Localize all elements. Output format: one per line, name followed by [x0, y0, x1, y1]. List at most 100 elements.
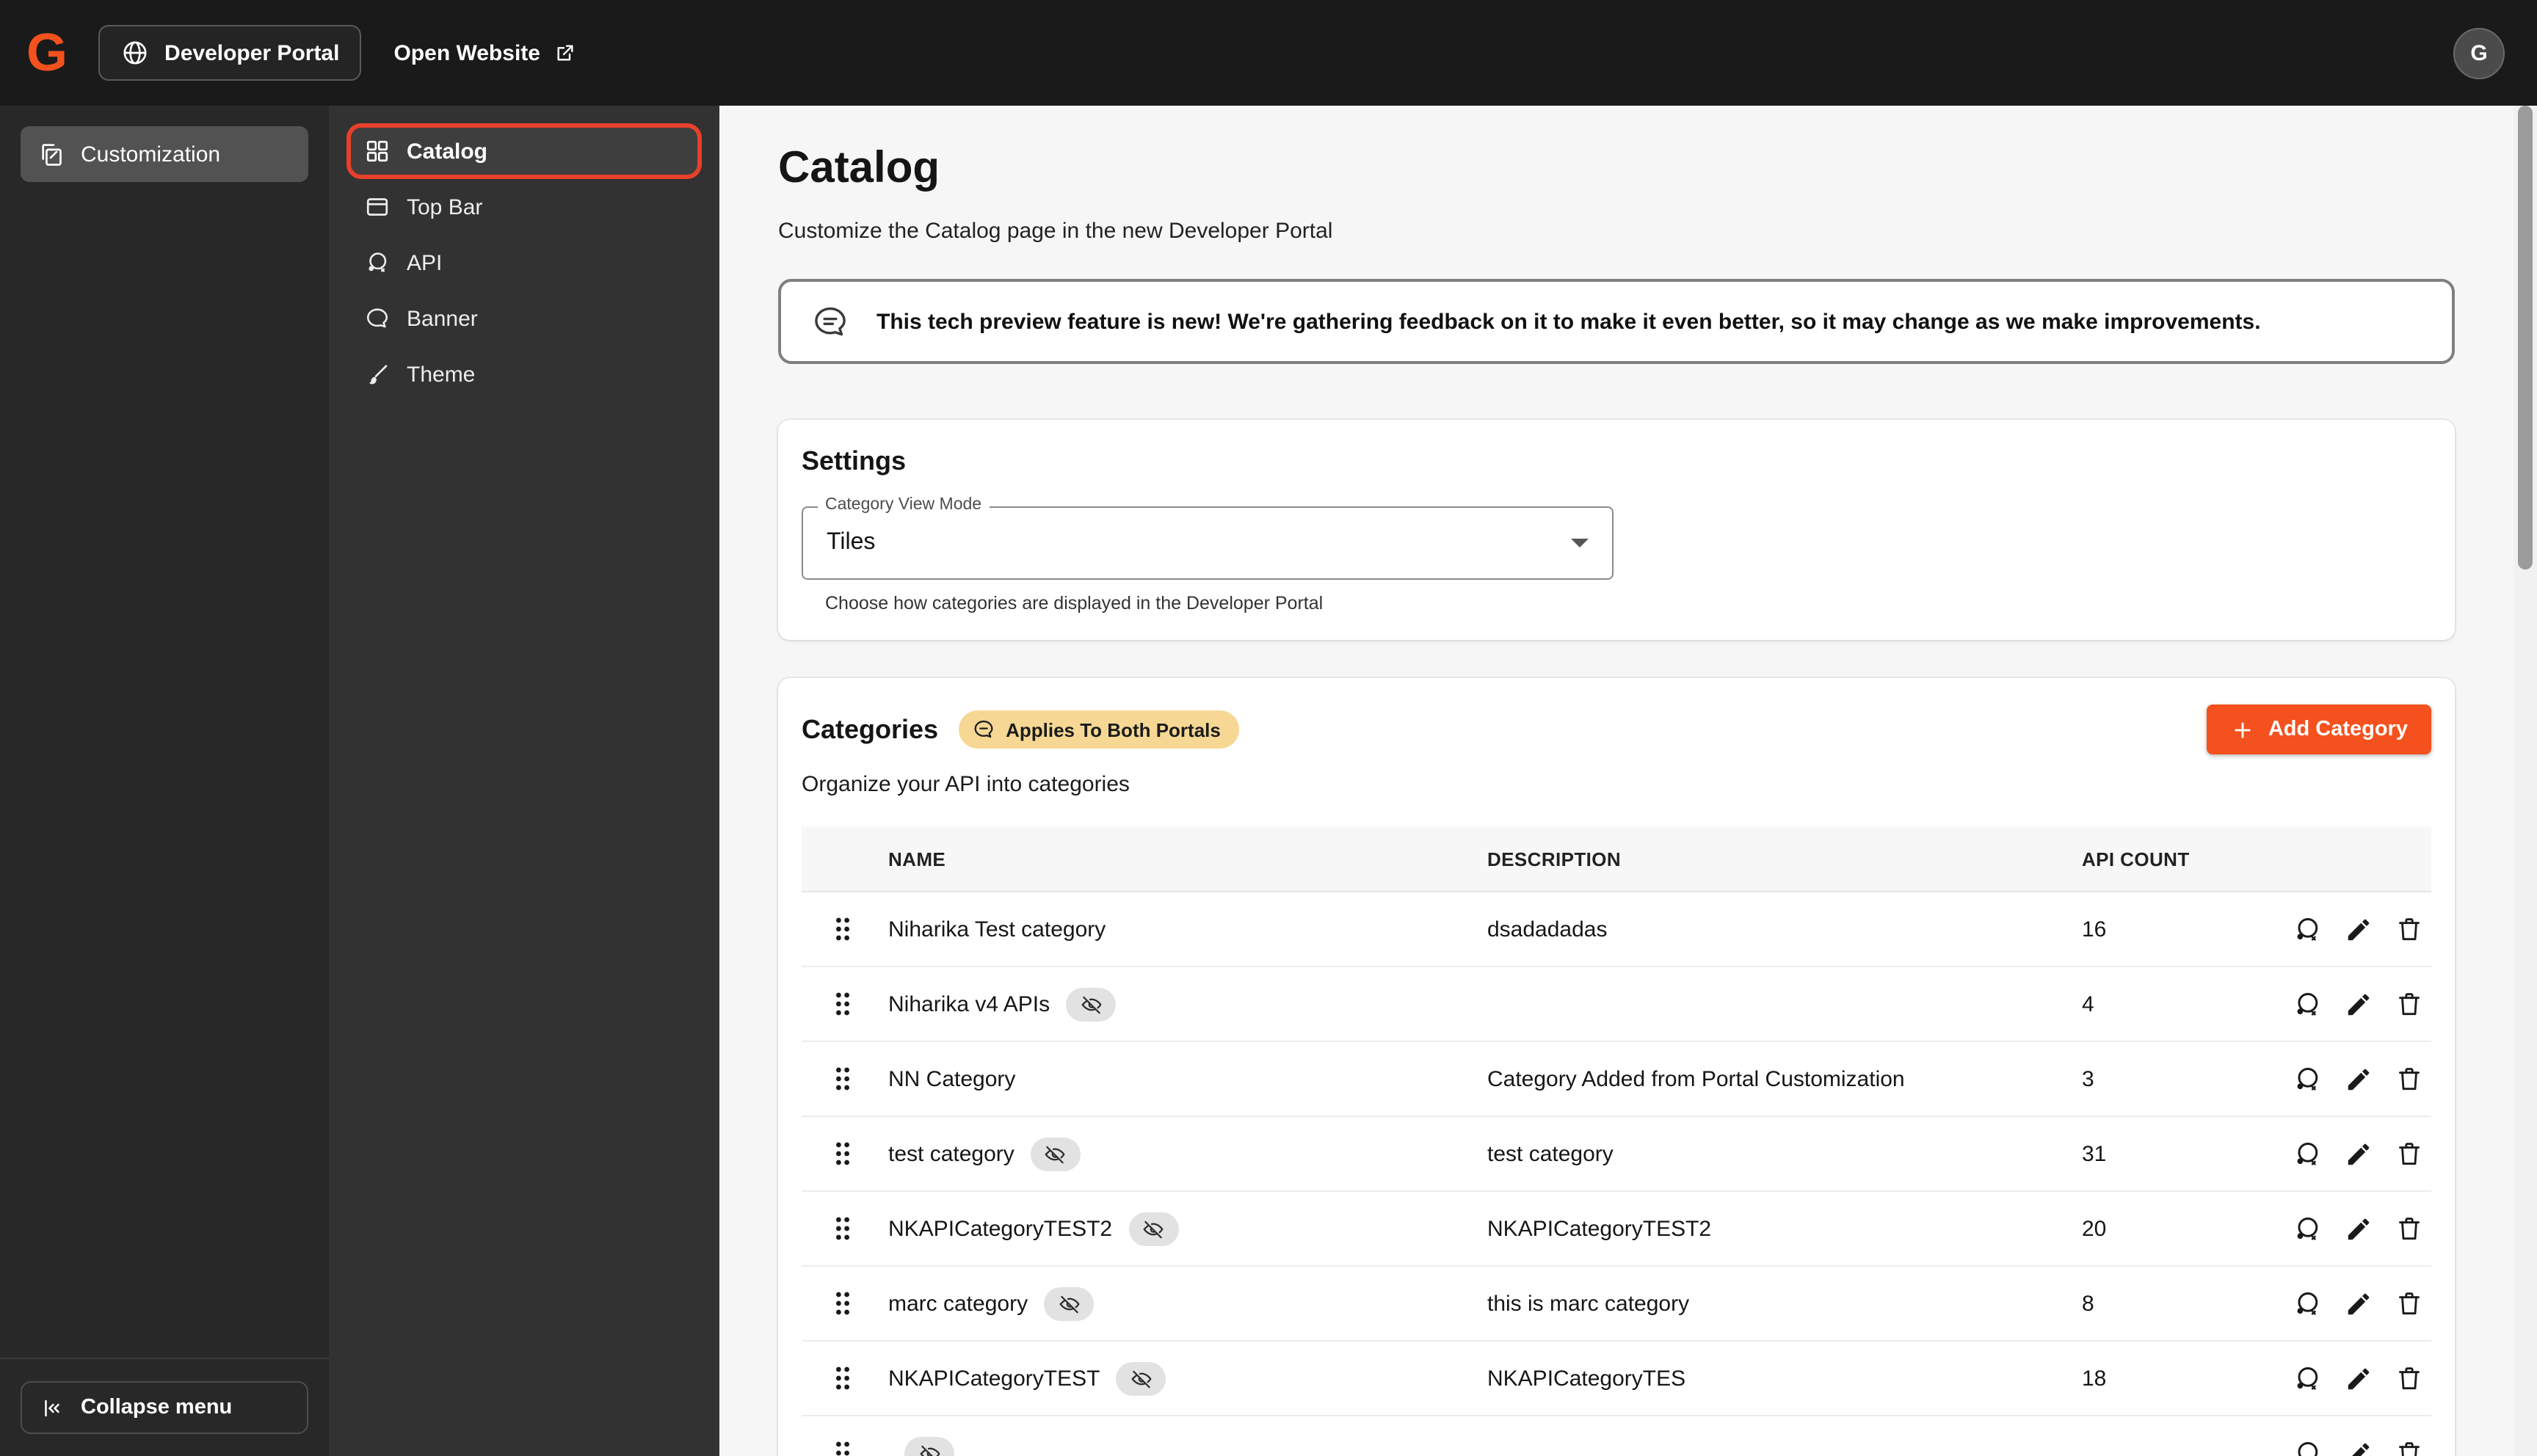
manage-apis-button[interactable]	[2292, 1363, 2323, 1394]
external-link-icon	[554, 41, 577, 65]
categories-subtitle: Organize your API into categories	[802, 772, 1130, 797]
settings-card: Settings Category View Mode Tiles Choose…	[778, 420, 2455, 640]
drag-handle-icon[interactable]	[834, 1215, 852, 1242]
delete-category-button[interactable]	[2395, 1363, 2424, 1394]
select-value: Tiles	[827, 530, 876, 555]
table-row: NKAPICategoryTEST NKAPICategoryTES 18	[802, 1342, 2431, 1416]
edit-category-button[interactable]	[2345, 1288, 2373, 1319]
category-description: this is marc category	[1487, 1291, 1690, 1316]
plus-icon	[2230, 717, 2255, 742]
collapse-menu-button[interactable]: Collapse menu	[21, 1381, 308, 1434]
subnav-item-label: API	[407, 250, 443, 275]
drag-handle-icon[interactable]	[834, 1440, 852, 1456]
subnav-item-theme[interactable]: Theme	[346, 346, 702, 402]
developer-portal-label: Developer Portal	[164, 40, 340, 65]
developer-portal-button[interactable]: Developer Portal	[98, 25, 362, 81]
drag-handle-icon[interactable]	[834, 1365, 852, 1391]
hidden-eye-badge	[1066, 987, 1117, 1021]
category-api-count: 8	[2082, 1291, 2094, 1316]
gravitee-logo[interactable]: G	[26, 26, 68, 79]
edit-category-button[interactable]	[2345, 914, 2373, 944]
customization-icon	[37, 140, 65, 168]
manage-apis-button[interactable]	[2292, 1063, 2323, 1094]
manage-apis-button[interactable]	[2292, 989, 2323, 1019]
edit-category-button[interactable]	[2345, 989, 2373, 1019]
delete-category-button[interactable]	[2395, 1063, 2424, 1094]
drag-handle-icon[interactable]	[834, 1290, 852, 1317]
categories-card: Categories Applies To Both Portals Add C…	[778, 678, 2455, 1456]
edit-category-button[interactable]	[2345, 1363, 2373, 1394]
drag-handle-icon[interactable]	[834, 1140, 852, 1167]
manage-apis-button[interactable]	[2292, 1288, 2323, 1319]
delete-category-button[interactable]	[2395, 989, 2424, 1019]
drag-handle-icon[interactable]	[834, 1066, 852, 1092]
delete-category-button[interactable]	[2395, 914, 2424, 944]
delete-category-button[interactable]	[2395, 1288, 2424, 1319]
hidden-eye-badge	[1116, 1361, 1166, 1395]
manage-apis-button[interactable]	[2292, 1213, 2323, 1244]
globe-icon	[120, 38, 150, 68]
category-name: Niharika v4 APIs	[888, 991, 1050, 1016]
category-name: marc category	[888, 1291, 1028, 1316]
banner-icon	[364, 305, 391, 332]
category-name: NKAPICategoryTEST	[888, 1366, 1100, 1391]
hidden-eye-badge	[904, 1436, 954, 1456]
category-description: Category Added from Portal Customization	[1487, 1066, 1905, 1091]
subnav-item-label: Catalog	[407, 139, 488, 164]
category-description: NKAPICategoryTEST2	[1487, 1216, 1712, 1241]
badge-label: Applies To Both Portals	[1006, 718, 1221, 740]
table-row	[802, 1416, 2431, 1456]
notice-text: This tech preview feature is new! We're …	[876, 309, 2261, 334]
manage-apis-button[interactable]	[2292, 1138, 2323, 1169]
page-title: Catalog	[778, 144, 940, 192]
sidebar-item-customization[interactable]: Customization	[21, 126, 308, 182]
primary-sidebar: Customization Collapse menu	[0, 106, 329, 1456]
category-api-count: 18	[2082, 1366, 2107, 1391]
delete-category-button[interactable]	[2395, 1138, 2424, 1169]
delete-category-button[interactable]	[2395, 1213, 2424, 1244]
categories-table: NAME DESCRIPTION API COUNT Niharika Test…	[802, 826, 2431, 1456]
add-category-label: Add Category	[2268, 718, 2408, 741]
manage-apis-button[interactable]	[2292, 914, 2323, 944]
drag-handle-icon[interactable]	[834, 916, 852, 942]
scrollbar-thumb[interactable]	[2518, 106, 2533, 569]
subnav-item-top-bar[interactable]: Top Bar	[346, 179, 702, 235]
open-website-link[interactable]: Open Website	[393, 40, 577, 65]
category-api-count: 31	[2082, 1141, 2107, 1166]
applies-both-portals-badge: Applies To Both Portals	[959, 710, 1240, 749]
categories-header: Categories Applies To Both Portals Add C…	[802, 705, 2431, 754]
theme-brush-icon	[364, 361, 391, 387]
top-bar: G Developer Portal Open Website G	[0, 0, 2537, 106]
customization-subnav: Catalog Top Bar API Banner Theme	[329, 106, 719, 1456]
collapse-menu-label: Collapse menu	[81, 1396, 233, 1419]
manage-apis-button[interactable]	[2292, 1438, 2323, 1456]
category-view-mode-select[interactable]: Category View Mode Tiles	[802, 496, 1614, 580]
table-row: NN Category Category Added from Portal C…	[802, 1042, 2431, 1117]
edit-category-button[interactable]	[2345, 1063, 2373, 1094]
page-subtitle: Customize the Catalog page in the new De…	[778, 219, 1333, 244]
subnav-item-label: Top Bar	[407, 194, 483, 219]
edit-category-button[interactable]	[2345, 1438, 2373, 1456]
sidebar-footer: Collapse menu	[0, 1358, 329, 1456]
column-header-api-count: API COUNT	[2082, 848, 2190, 870]
chevron-down-icon	[1571, 539, 1589, 547]
add-category-button[interactable]: Add Category	[2206, 705, 2431, 754]
edit-category-button[interactable]	[2345, 1213, 2373, 1244]
subnav-item-catalog[interactable]: Catalog	[346, 123, 702, 179]
delete-category-button[interactable]	[2395, 1438, 2424, 1456]
main-content: Catalog Customize the Catalog page in th…	[719, 106, 2537, 1456]
scrollbar[interactable]	[2514, 106, 2537, 1456]
grid-icon	[364, 138, 391, 164]
category-api-count: 20	[2082, 1216, 2107, 1241]
app-window: G Developer Portal Open Website G Custom…	[0, 0, 2537, 1456]
table-row: test category test category 31	[802, 1117, 2431, 1192]
table-row: Niharika Test category dsadadadas 16	[802, 892, 2431, 967]
subnav-item-banner[interactable]: Banner	[346, 291, 702, 346]
subnav-item-api[interactable]: API	[346, 235, 702, 291]
user-avatar[interactable]: G	[2453, 27, 2505, 79]
category-name: test category	[888, 1141, 1015, 1166]
edit-category-button[interactable]	[2345, 1138, 2373, 1169]
drag-handle-icon[interactable]	[834, 991, 852, 1017]
tech-preview-notice: This tech preview feature is new! We're …	[778, 279, 2455, 364]
select-helper-text: Choose how categories are displayed in t…	[825, 593, 1324, 614]
